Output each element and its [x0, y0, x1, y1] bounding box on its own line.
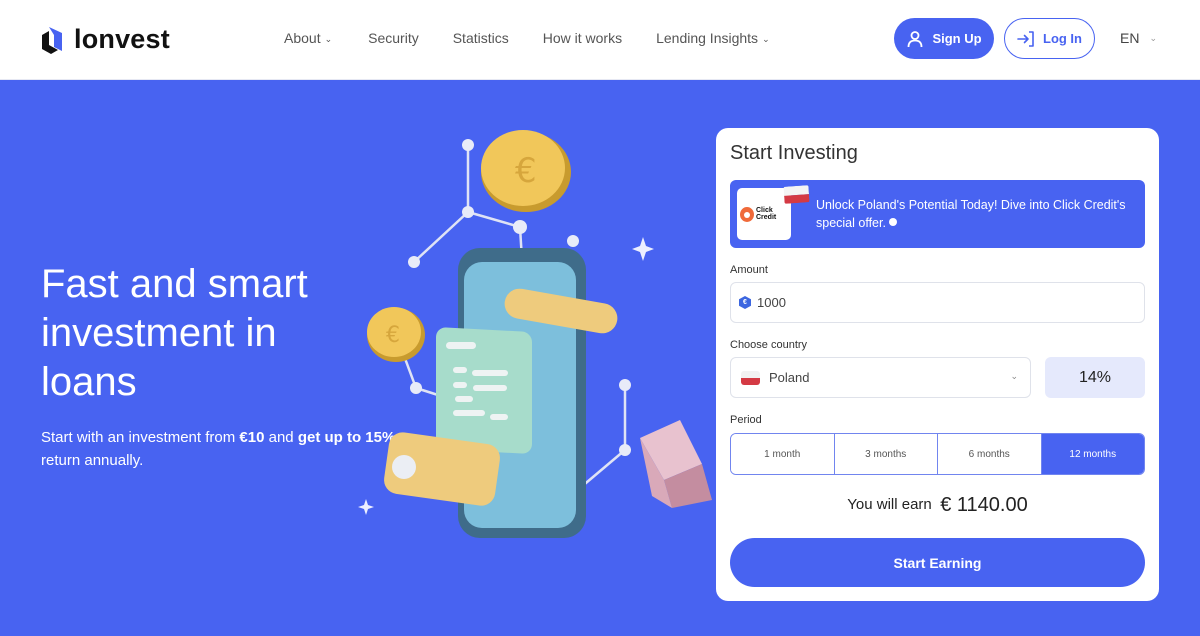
- poland-flag-icon: [783, 185, 810, 204]
- log-in-button[interactable]: Log In: [1004, 18, 1095, 59]
- nav-item-security[interactable]: Security: [368, 30, 419, 46]
- nav-item-statistics[interactable]: Statistics: [453, 30, 509, 46]
- user-icon: [908, 30, 923, 47]
- log-in-label: Log In: [1043, 31, 1082, 46]
- amount-value: 1000: [757, 295, 786, 310]
- country-value: Poland: [769, 370, 810, 385]
- chevron-down-icon: ⌄: [324, 33, 333, 44]
- hero-title: Fast and smart investment in loans: [41, 262, 308, 404]
- period-1-month[interactable]: 1 month: [731, 434, 835, 474]
- promo-message: Unlock Poland's Potential Today! Dive in…: [816, 198, 1126, 230]
- interest-rate: 14%: [1045, 357, 1145, 398]
- country-label: Choose country: [730, 339, 808, 351]
- nav-item-how-it-works[interactable]: How it works: [543, 30, 622, 46]
- earn-label: You will earn: [847, 496, 932, 513]
- earnings-summary: You will earn € 1140.00: [716, 494, 1159, 517]
- language-selector[interactable]: EN ⌄: [1120, 30, 1157, 46]
- investment-calculator: Start Investing Click Credit Unlock Pola…: [716, 128, 1159, 601]
- site-header: lonvest About ⌄ Security Statistics How …: [0, 0, 1200, 80]
- partner-logo-line2: Credit: [756, 214, 777, 221]
- main-nav: About ⌄ Security Statistics How it works…: [284, 30, 770, 46]
- nav-label: Lending Insights: [656, 30, 759, 46]
- hero-sub-prefix: Start with an investment from: [41, 429, 240, 446]
- partner-logo-text: Click Credit: [756, 207, 776, 221]
- period-3-months[interactable]: 3 months: [834, 434, 938, 474]
- promo-banner[interactable]: Click Credit Unlock Poland's Potential T…: [730, 180, 1145, 248]
- logo[interactable]: lonvest: [40, 24, 170, 55]
- language-value: EN: [1120, 30, 1140, 46]
- chevron-down-icon: ⌄: [1149, 32, 1157, 43]
- period-selector: 1 month 3 months 6 months 12 months: [730, 433, 1145, 475]
- poland-flag-icon: [741, 370, 760, 385]
- receipt-card: [436, 327, 532, 454]
- logo-text: lonvest: [74, 24, 170, 54]
- partner-logo-icon: [740, 207, 754, 222]
- nav-label: Statistics: [452, 30, 509, 46]
- period-12-months[interactable]: 12 months: [1041, 434, 1144, 474]
- logo-icon: [42, 26, 62, 54]
- calculator-title: Start Investing: [730, 142, 858, 164]
- amount-label: Amount: [730, 264, 768, 276]
- period-6-months[interactable]: 6 months: [938, 434, 1042, 474]
- hero-min-amount: €10: [239, 429, 265, 446]
- hero-sub-mid: and: [264, 429, 298, 446]
- hero-illustration: € €: [358, 130, 712, 538]
- info-icon[interactable]: [888, 218, 897, 226]
- nav-item-about[interactable]: About ⌄: [284, 30, 332, 46]
- euro-icon: €: [739, 296, 751, 309]
- nav-item-lending-insights[interactable]: Lending Insights ⌄: [656, 30, 770, 46]
- partner-logo-line1: Click: [756, 207, 773, 214]
- chevron-down-icon: ⌄: [762, 33, 770, 44]
- svg-text:€: €: [515, 151, 537, 191]
- svg-text:€: €: [386, 323, 400, 348]
- amount-input[interactable]: € 1000: [730, 282, 1145, 323]
- promo-text: Unlock Poland's Potential Today! Dive in…: [816, 196, 1136, 232]
- partner-logo: Click Credit: [737, 185, 810, 240]
- start-earning-button[interactable]: Start Earning: [730, 538, 1145, 587]
- chevron-down-icon: ⌄: [1010, 371, 1018, 381]
- sign-up-label: Sign Up: [932, 31, 982, 46]
- nav-label: Security: [368, 30, 419, 46]
- cube-shape: [640, 420, 712, 508]
- hero-sub-suffix: return annually.: [41, 452, 144, 469]
- period-label: Period: [730, 414, 762, 426]
- sign-up-button[interactable]: Sign Up: [894, 18, 994, 59]
- earn-amount: € 1140.00: [940, 494, 1028, 516]
- country-select[interactable]: Poland ⌄: [730, 357, 1031, 398]
- nav-label: About: [284, 30, 321, 46]
- login-icon: [1017, 30, 1034, 47]
- nav-label: How it works: [542, 30, 623, 46]
